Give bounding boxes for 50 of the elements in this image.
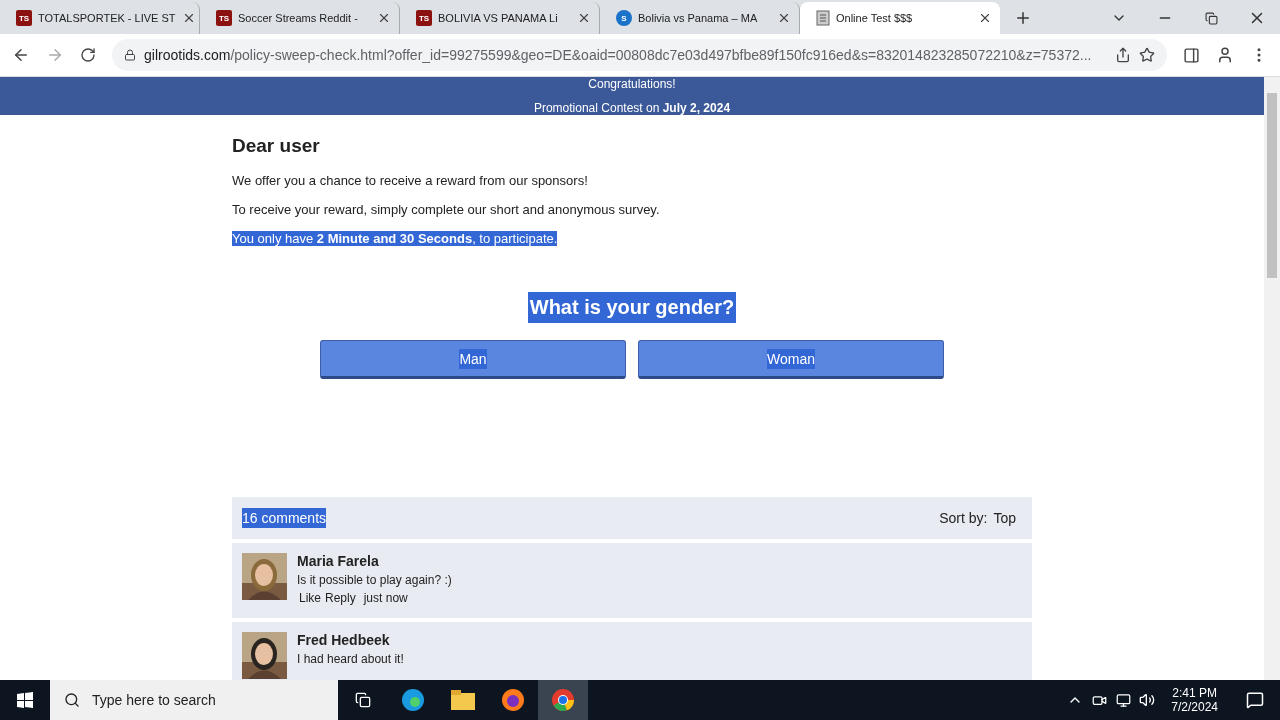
star-icon[interactable] bbox=[1139, 47, 1155, 63]
tab-title: BOLIVIA VS PANAMA Li bbox=[438, 12, 559, 24]
share-icon[interactable] bbox=[1115, 47, 1131, 63]
comment-time: just now bbox=[363, 591, 408, 605]
reload-button[interactable] bbox=[80, 47, 96, 63]
sort-dropdown[interactable]: Top bbox=[993, 510, 1016, 526]
commenter-name: Fred Hedbeek bbox=[297, 632, 391, 648]
comment-count: 16 comments bbox=[242, 508, 327, 528]
close-icon[interactable] bbox=[377, 11, 391, 25]
banner-subtitle: Promotional Contest on July 2, 2024 bbox=[533, 101, 731, 115]
tab-title: Bolivia vs Panama – MA bbox=[638, 12, 759, 24]
paragraph: You only have 2 Minute and 30 Seconds, to participate. bbox=[232, 231, 558, 246]
answer-button[interactable]: Man bbox=[320, 340, 626, 379]
close-icon[interactable] bbox=[777, 11, 791, 25]
document-icon bbox=[816, 10, 830, 26]
restore-icon[interactable] bbox=[1204, 11, 1218, 25]
chrome-icon[interactable] bbox=[538, 680, 588, 720]
scrollbar[interactable] bbox=[1264, 77, 1280, 680]
lock-icon bbox=[124, 49, 136, 61]
paragraph: To receive your reward, simply complete our short and anonymous survey. bbox=[232, 202, 660, 217]
tab-title: Online Test $$$ bbox=[836, 12, 914, 24]
like-link[interactable]: Like bbox=[299, 591, 321, 605]
comment-text: Is it possible to play again? :) bbox=[297, 573, 452, 587]
comment-text: I had heard about it! bbox=[297, 652, 404, 666]
reply-link[interactable]: Reply bbox=[325, 591, 356, 605]
taskbar-search[interactable]: Type here to search bbox=[50, 680, 338, 720]
close-icon[interactable] bbox=[978, 11, 992, 25]
greeting-heading: Dear user bbox=[232, 135, 321, 157]
browser-tab[interactable]: Online Test $$$ bbox=[800, 2, 1000, 34]
answer-button[interactable]: Woman bbox=[638, 340, 944, 379]
search-icon bbox=[64, 692, 80, 708]
side-panel-icon[interactable] bbox=[1183, 46, 1200, 64]
paragraph: We offer you a chance to receive a reward from our sponsors! bbox=[232, 173, 588, 188]
address-bar[interactable]: gilrootids.com/policy-sweep-check.html?offer_id=99275599&geo=DE&oaid=00808dc7e03d497bfbe89f150fc916ed&s=832014823285072210&z=75372... bbox=[112, 39, 1167, 71]
site-logo: S bbox=[616, 10, 632, 26]
profile-icon[interactable] bbox=[1216, 46, 1234, 64]
site-logo: TS bbox=[416, 10, 432, 26]
banner-title: Congratulations! bbox=[588, 77, 676, 91]
site-logo: TS bbox=[216, 10, 232, 26]
close-icon[interactable] bbox=[577, 11, 591, 25]
back-button[interactable] bbox=[12, 46, 30, 64]
tab-title: Soccer Streams Reddit - bbox=[238, 12, 359, 24]
plus-icon[interactable] bbox=[1014, 9, 1032, 27]
site-logo: TS bbox=[16, 10, 32, 26]
url-text: gilrootids.com/policy-sweep-check.html?offer_id=99275599&geo=DE&oaid=00808dc7e03d497bfbe89f150fc916ed&s=832014823285072210&z=75372... bbox=[144, 47, 1093, 63]
question-heading: What is your gender? bbox=[527, 292, 737, 323]
commenter-name: Maria Farela bbox=[297, 553, 380, 569]
tab-title: TOTALSPORTEK - LIVE ST bbox=[38, 12, 176, 24]
clock[interactable]: 2:41 PM 7/2/2024 bbox=[1159, 686, 1230, 714]
sort-label: Sort by: bbox=[939, 510, 988, 526]
